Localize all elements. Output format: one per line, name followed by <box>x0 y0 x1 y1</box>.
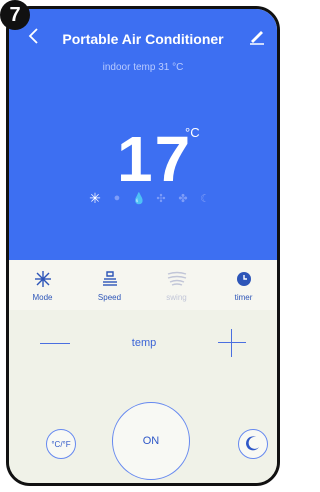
tab-timer[interactable]: timer <box>216 269 272 302</box>
sleep-icon: ☾ <box>200 192 210 205</box>
power-button[interactable]: ON <box>112 402 190 480</box>
tab-speed[interactable]: Speed <box>82 269 138 302</box>
increase-temp-button[interactable] <box>218 329 247 357</box>
step-badge: 7 <box>0 0 30 30</box>
temperature-unit: °C <box>185 125 200 140</box>
decrease-temp-button[interactable] <box>39 342 70 344</box>
control-panel: temp °C/°F ON <box>9 310 277 483</box>
heat-icon: ✤ <box>178 192 188 205</box>
dry-icon: 💧 <box>132 192 146 205</box>
unit-toggle-button[interactable]: °C/°F <box>46 429 76 459</box>
fan-icon: ✣ <box>156 192 166 205</box>
indoor-temp: indoor temp 31 °C <box>102 62 184 73</box>
moon-icon <box>245 435 261 453</box>
tab-swing-label: swing <box>166 292 187 302</box>
temp-label: temp <box>131 337 157 349</box>
sleep-button[interactable] <box>238 429 268 459</box>
swing-icon <box>149 269 205 289</box>
cool-icon: ✳ <box>89 189 101 206</box>
header: Portable Air Conditioner indoor temp 31 … <box>9 9 277 260</box>
set-temperature: 17 <box>117 123 193 195</box>
speed-icon <box>82 269 138 289</box>
function-tabs: Mode Speed swing timer <box>9 260 277 310</box>
phone-frame: Portable Air Conditioner indoor temp 31 … <box>6 6 280 486</box>
tab-mode[interactable]: Mode <box>15 269 71 302</box>
page-title: Portable Air Conditioner <box>62 31 224 47</box>
cool-icon <box>15 269 71 289</box>
fan-dot-icon: ● <box>113 192 121 204</box>
temp-adjust-row: temp <box>9 325 277 361</box>
tab-speed-label: Speed <box>97 292 122 302</box>
tab-mode-label: Mode <box>32 292 53 302</box>
mode-indicators: ✳ ● 💧 ✣ ✤ ☾ <box>89 189 211 206</box>
clock-icon <box>216 269 272 289</box>
tab-swing[interactable]: swing <box>149 269 205 302</box>
tab-timer-label: timer <box>234 292 253 302</box>
